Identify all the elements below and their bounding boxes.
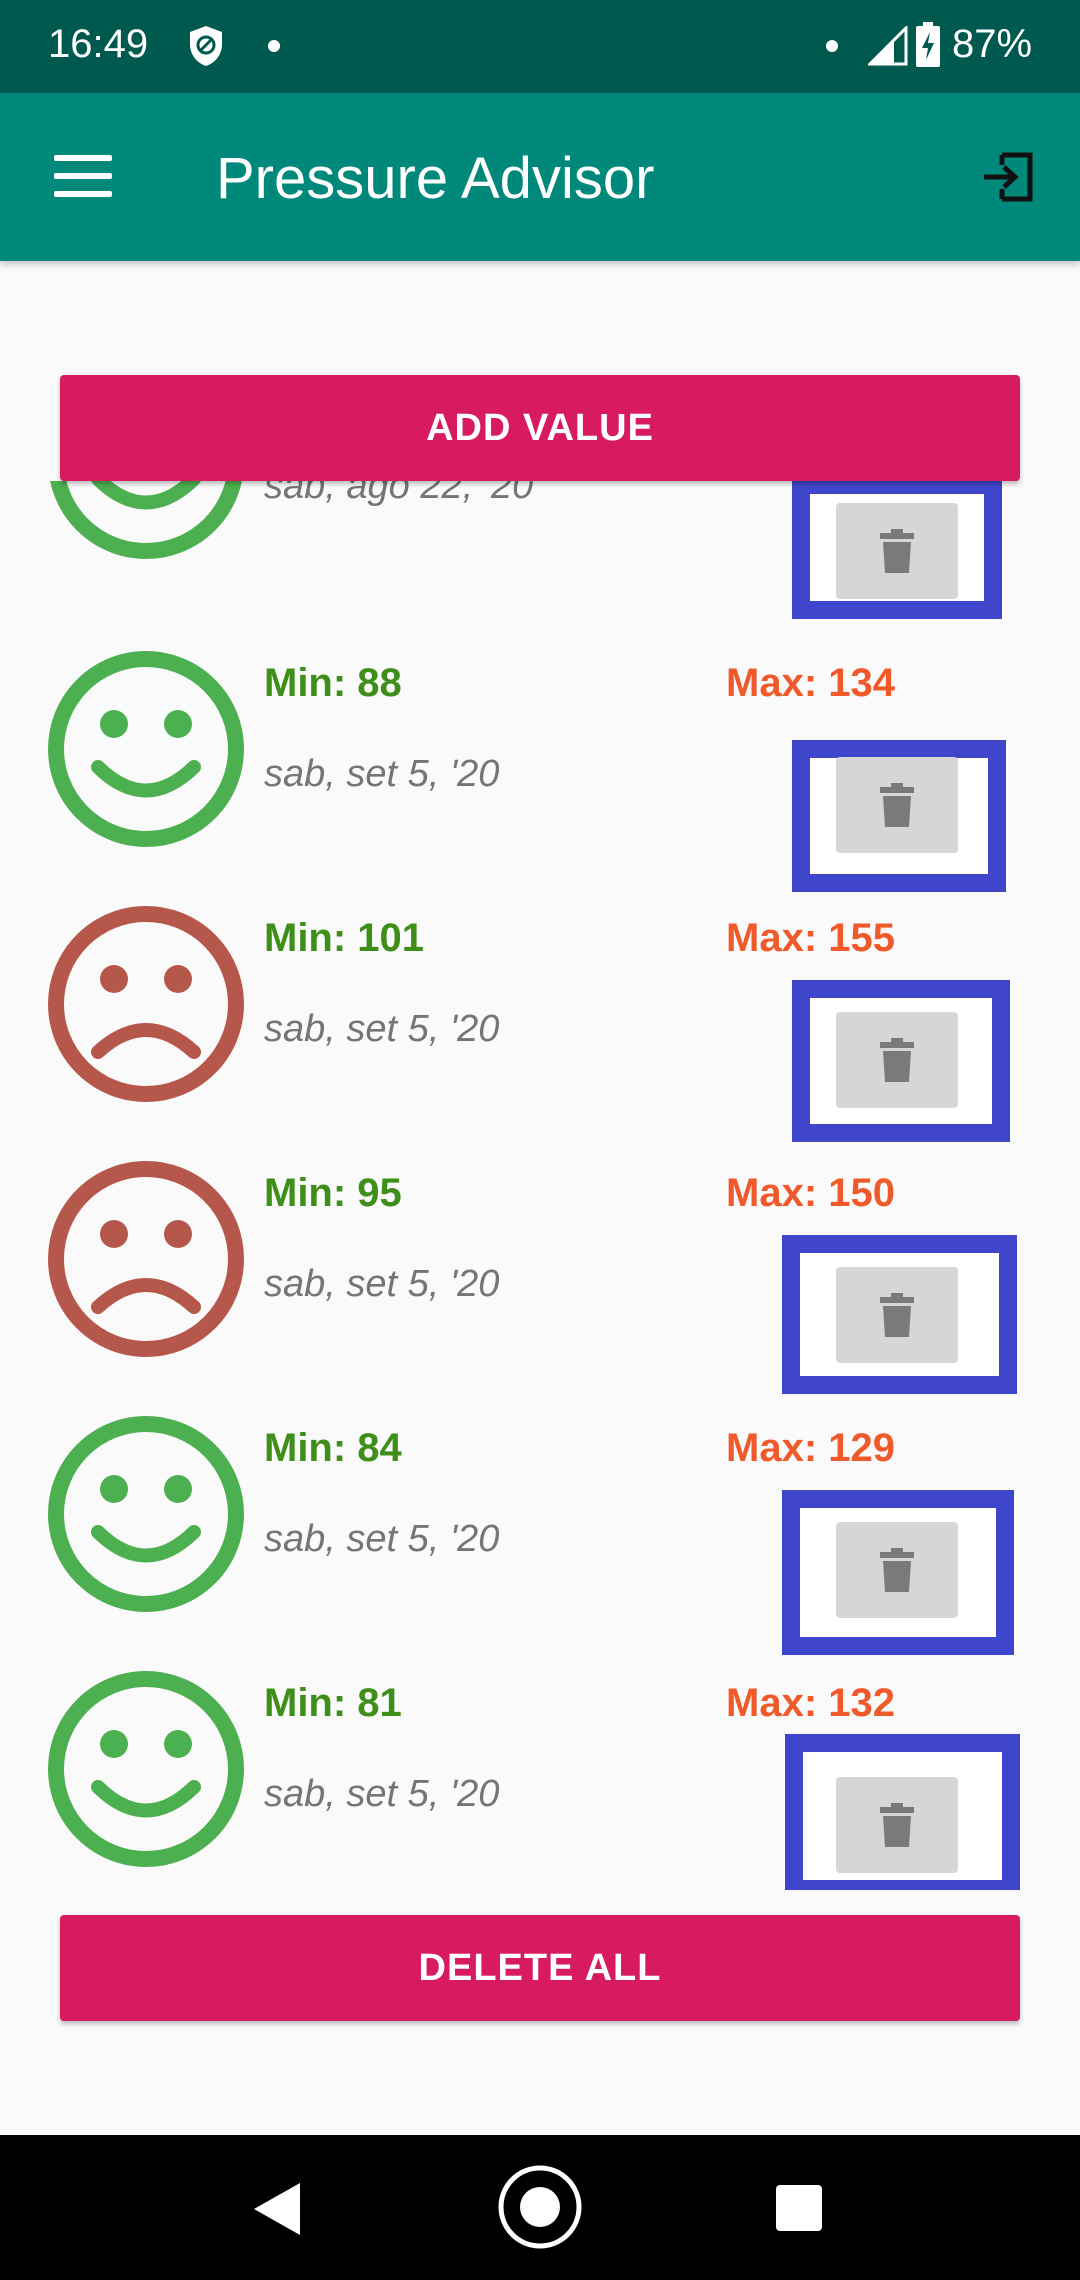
happy-face-icon [50,481,242,559]
entry-date: sab, set 5, '20 [264,1263,500,1305]
list-item: Min: 95 Max: 150 sab, set 5, '20 [0,1159,1080,1414]
happy-face-icon [48,1416,244,1612]
list-item: Min: 88 Max: 134 sab, set 5, '20 [0,649,1080,904]
status-bar: 16:49 87% [0,0,1080,93]
back-icon[interactable] [250,2181,304,2237]
sad-face-icon [48,1161,244,1357]
entry-date: sab, set 5, '20 [264,753,500,795]
min-value: Min: 95 [264,1171,402,1215]
app-bar: Pressure Advisor [0,93,1080,261]
delete-button[interactable] [836,1267,958,1363]
list-item: Min: 81 Max: 132 sab, set 5, '20 [0,1669,1080,1890]
app-title: Pressure Advisor [216,146,655,211]
min-value: Min: 84 [264,1426,402,1470]
happy-face-icon [48,651,244,847]
logout-icon[interactable] [980,149,1036,205]
trash-icon [880,1803,914,1847]
sad-face-icon [48,906,244,1102]
list-item: Min: 84 Max: 129 sab, set 5, '20 [0,1414,1080,1669]
entry-date: sab, ago 22, '20 [264,481,534,507]
notification-dot-icon [268,40,280,52]
max-value: Max: 134 [726,661,895,705]
notification-dot-icon [826,40,838,52]
trash-icon [880,1038,914,1082]
status-time: 16:49 [48,22,149,66]
delete-button[interactable] [836,1777,958,1873]
delete-button[interactable] [836,757,958,853]
max-value: Max: 132 [726,1681,895,1725]
min-value: Min: 81 [264,1681,402,1725]
min-value: Min: 88 [264,661,402,705]
entry-date: sab, set 5, '20 [264,1008,500,1050]
battery-percent: 87% [952,22,1033,66]
menu-icon[interactable] [54,155,112,197]
max-value: Max: 155 [726,916,895,960]
max-value: Max: 129 [726,1426,895,1470]
delete-button[interactable] [836,1012,958,1108]
signal-icon [868,26,908,66]
trash-icon [880,1548,914,1592]
home-icon[interactable] [495,2162,585,2252]
pressure-list[interactable]: sab, ago 22, '20 Min: 88 Max: 134 sab, s… [0,481,1080,1890]
happy-face-icon [48,1671,244,1867]
navigation-bar [0,2135,1080,2280]
list-item: Min: 101 Max: 155 sab, set 5, '20 [0,904,1080,1159]
trash-icon [880,783,914,827]
max-value: Max: 150 [726,1171,895,1215]
trash-icon [880,529,914,573]
delete-all-button[interactable]: DELETE ALL [60,1915,1020,2021]
trash-icon [880,1293,914,1337]
battery-charging-icon [916,22,940,67]
shield-icon [190,26,222,66]
entry-date: sab, set 5, '20 [264,1773,500,1815]
min-value: Min: 101 [264,916,425,960]
list-item: sab, ago 22, '20 [0,481,1080,619]
recents-icon[interactable] [776,2185,822,2231]
entry-date: sab, set 5, '20 [264,1518,500,1560]
add-value-button[interactable]: ADD VALUE [60,375,1020,481]
delete-button[interactable] [836,503,958,599]
delete-button[interactable] [836,1522,958,1618]
